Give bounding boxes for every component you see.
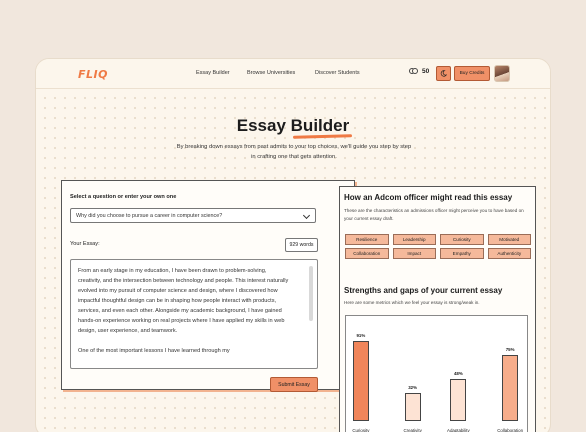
page-subtitle: By breaking down essays from past admits…: [176, 144, 412, 160]
trait-tag: Curiosity: [440, 234, 484, 245]
credits-counter: 50: [409, 68, 429, 75]
bar-category-label: Adaptability: [447, 428, 470, 432]
essay-label: Your Essay:: [70, 241, 100, 247]
bar-category-label: Collaboration: [497, 428, 524, 432]
metrics-bar-chart: 91% Curiosity 32% Creativity 48% Adaptability…: [345, 315, 528, 432]
nav-link-discover-students[interactable]: Discover Students: [315, 70, 360, 76]
trait-tag: Collaboration: [345, 248, 389, 259]
bar-adaptability: [450, 378, 467, 421]
trait-tag: Empathy: [440, 248, 484, 259]
essay-scrollbar[interactable]: [309, 266, 313, 321]
bar-creativity: [404, 392, 421, 421]
title-underline: [292, 134, 352, 139]
nav-link-browse-universities[interactable]: Browse Universities: [247, 70, 295, 76]
coins-icon: [409, 68, 419, 75]
bar-value-label: 32%: [408, 384, 418, 390]
trait-tag: Resilience: [345, 234, 389, 245]
essay-textarea[interactable]: From an early stage in my education, I h…: [70, 259, 318, 369]
question-value: Why did you choose to pursue a career in…: [76, 213, 223, 219]
credits-value: 50: [422, 68, 430, 75]
trait-tag: Motivated: [487, 234, 531, 245]
app-window: FLIQ Essay Builder Browse Universities D…: [35, 58, 551, 432]
question-select[interactable]: Why did you choose to pursue a career in…: [70, 208, 316, 223]
adcom-heading: How an Adcom officer might read this ess…: [344, 193, 513, 202]
title-text: Essay: [236, 116, 291, 135]
nav-link-essay-builder[interactable]: Essay Builder: [196, 70, 230, 76]
metrics-heading: Strengths and gaps of your current essay: [344, 286, 503, 295]
title-highlight: Builder: [290, 116, 352, 139]
bar-collaboration: [502, 355, 519, 421]
avatar[interactable]: [494, 65, 510, 82]
analysis-card: How an Adcom officer might read this ess…: [339, 186, 536, 432]
logo[interactable]: FLIQ: [78, 68, 108, 81]
essay-text: From an early stage in my education, I h…: [78, 268, 289, 354]
moon-icon: [440, 70, 447, 77]
adcom-description: These are the characteristics an admissi…: [344, 208, 524, 221]
title-highlight-text: Builder: [290, 116, 350, 135]
theme-toggle-button[interactable]: [436, 66, 451, 81]
bar-value-label: 75%: [505, 347, 515, 352]
buy-credits-button[interactable]: Buy Credits: [454, 66, 490, 81]
bar-category-label: Curiosity: [352, 428, 370, 432]
bar-curiosity: [352, 340, 369, 421]
question-label: Select a question or enter your own one: [70, 194, 177, 200]
page-title: Essay Builder: [36, 116, 550, 139]
top-nav: FLIQ Essay Builder Browse Universities D…: [36, 59, 550, 89]
submit-essay-button[interactable]: Submit Essay: [270, 377, 318, 392]
bar-value-label: 48%: [453, 370, 463, 376]
word-count-badge: 929 words: [285, 238, 318, 252]
trait-tags: Resilience Leadership Curiosity Motivate…: [345, 234, 531, 259]
chevron-down-icon: [302, 211, 311, 220]
trait-tag: Leadership: [392, 234, 436, 245]
trait-tag: Impact: [392, 248, 436, 259]
bar-value-label: 91%: [356, 332, 366, 338]
trait-tag: Authenticity: [487, 248, 531, 259]
bar-category-label: Creativity: [403, 428, 422, 432]
essay-editor-card: Select a question or enter your own one …: [61, 180, 355, 392]
metrics-description: Here are some metrics which we feel your…: [344, 300, 480, 305]
